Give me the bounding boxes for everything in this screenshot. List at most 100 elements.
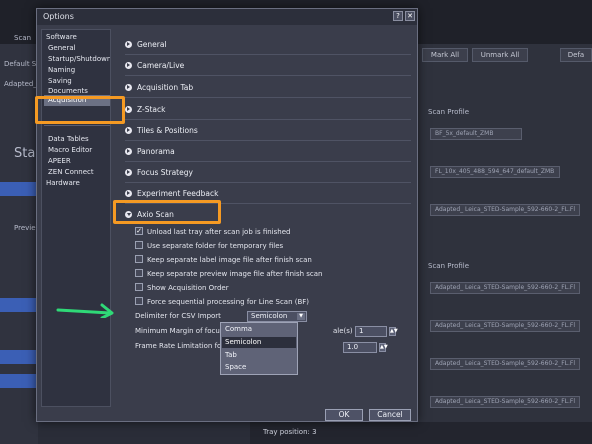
profile-field[interactable]: Adapted_ Leica_STED-Sample_592-660-2_FL.…	[430, 358, 580, 370]
nav-item-startup[interactable]: Startup/Shutdown	[44, 54, 110, 65]
profile-field[interactable]: Adapted_ Leica_STED-Sample_592-660-2_FL.…	[430, 282, 580, 294]
nav-item-apeer[interactable]: APEER	[44, 156, 110, 167]
section-label: Z-Stack	[137, 105, 166, 114]
nav-item-zen-connect[interactable]: ZEN Connect	[44, 167, 110, 178]
left-section-strip	[0, 374, 38, 388]
profile-field[interactable]: FL_10x_405_488_594_647_default_ZMB	[430, 166, 560, 178]
nav-software-header[interactable]: Software	[44, 32, 110, 43]
section-panorama[interactable]: Panorama	[125, 145, 409, 159]
default-button[interactable]: Defa	[560, 48, 592, 62]
nav-item-general[interactable]: General	[44, 43, 110, 54]
frame-rate-label: Frame Rate Limitation for	[135, 342, 225, 350]
frame-rate-input[interactable]: 1.0	[343, 342, 377, 353]
profile-field[interactable]: BF_5x_default_ZMB	[430, 128, 522, 140]
csv-delimiter-value: Semicolon	[251, 312, 288, 320]
section-tiles-positions[interactable]: Tiles & Positions	[125, 124, 409, 138]
option-label: Keep separate label image file after fin…	[147, 256, 312, 264]
section-focus-strategy[interactable]: Focus Strategy	[125, 166, 409, 180]
checkbox[interactable]	[135, 297, 143, 305]
left-adapted-label: Adapted_	[4, 80, 37, 88]
left-scan-label: Scan	[14, 34, 32, 42]
chevron-right-icon	[125, 40, 132, 48]
spin-arrows-icon[interactable]: ▲▼	[389, 327, 398, 336]
mark-all-button[interactable]: Mark All	[422, 48, 468, 62]
nav-item-documents[interactable]: Documents	[44, 87, 110, 95]
chevron-down-icon[interactable]: ▼	[297, 313, 305, 320]
section-label: Focus Strategy	[137, 168, 193, 177]
options-nav: Software General Startup/Shutdown Naming…	[41, 29, 111, 407]
checkbox-checked[interactable]: ✓	[135, 227, 143, 235]
min-margin-input[interactable]: 1	[355, 326, 387, 337]
section-divider	[125, 182, 411, 183]
section-label: General	[137, 40, 167, 49]
left-preview-label: Previe	[14, 224, 36, 232]
scan-profile-header-2: Scan Profile	[428, 262, 470, 270]
chevron-right-icon	[125, 105, 132, 113]
section-z-stack[interactable]: Z-Stack	[125, 103, 409, 117]
left-section-strip	[0, 298, 38, 312]
option-label: Keep separate preview image file after f…	[147, 270, 323, 278]
unmark-all-button[interactable]: Unmark All	[472, 48, 528, 62]
left-section-strip	[0, 350, 38, 364]
section-experiment-feedback[interactable]: Experiment Feedback	[125, 187, 409, 201]
cancel-button[interactable]: Cancel	[369, 409, 411, 421]
chevron-right-icon	[125, 83, 132, 91]
nav-item-saving[interactable]: Saving	[44, 76, 110, 87]
left-section-strip	[0, 182, 38, 196]
scan-profile-header: Scan Profile	[428, 108, 470, 116]
tray-position-label: Tray position: 3	[263, 428, 317, 436]
section-label: Camera/Live	[137, 61, 185, 70]
option-keep-preview-image[interactable]: Keep separate preview image file after f…	[135, 269, 323, 280]
dropdown-option-tab[interactable]: Tab	[222, 350, 296, 361]
help-icon[interactable]: ?	[393, 11, 403, 21]
section-label: Tiles & Positions	[137, 126, 198, 135]
section-divider	[125, 140, 411, 141]
option-keep-label-image[interactable]: Keep separate label image file after fin…	[135, 255, 312, 266]
ok-button[interactable]: OK	[325, 409, 363, 421]
option-separate-folder[interactable]: Use separate folder for temporary files	[135, 241, 283, 252]
dropdown-option-comma[interactable]: Comma	[222, 324, 296, 335]
csv-delimiter-select[interactable]: Semicolon ▼	[247, 311, 307, 322]
section-divider	[125, 161, 411, 162]
nav-item-data-tables[interactable]: Data Tables	[44, 134, 110, 145]
dialog-title: Options	[43, 12, 74, 21]
chevron-right-icon	[125, 168, 132, 176]
chevron-right-icon	[125, 189, 132, 197]
chevron-right-icon	[125, 61, 132, 69]
section-general[interactable]: General	[125, 38, 409, 52]
chevron-right-icon	[125, 147, 132, 155]
dropdown-option-semicolon[interactable]: Semicolon	[222, 337, 296, 348]
highlight-box-axio-scan	[113, 200, 221, 224]
highlight-box-acquisition	[35, 96, 125, 124]
spin-arrows-icon[interactable]: ▲▼	[379, 343, 388, 352]
nav-item-macro-editor[interactable]: Macro Editor	[44, 145, 110, 156]
section-label: Panorama	[137, 147, 175, 156]
dialog-titlebar[interactable]: Options ? ✕	[37, 9, 417, 25]
close-icon[interactable]: ✕	[405, 11, 415, 21]
section-acquisition-tab[interactable]: Acquisition Tab	[125, 81, 409, 95]
min-margin-label: Minimum Margin of focus	[135, 327, 224, 335]
section-divider	[125, 54, 411, 55]
section-divider	[125, 97, 411, 98]
option-unload-tray[interactable]: ✓ Unload last tray after scan job is fini…	[135, 227, 290, 238]
chevron-right-icon	[125, 126, 132, 134]
option-show-acquisition-order[interactable]: Show Acquisition Order	[135, 283, 229, 294]
option-force-sequential[interactable]: Force sequential processing for Line Sca…	[135, 297, 309, 308]
nav-hardware-header[interactable]: Hardware	[44, 178, 110, 189]
csv-delimiter-dropdown: Comma Semicolon Tab Space	[220, 322, 298, 375]
section-divider	[125, 119, 411, 120]
option-label: Use separate folder for temporary files	[147, 242, 284, 250]
profile-field[interactable]: Adapted_ Leica_STED-Sample_592-660-2_FL.…	[430, 320, 580, 332]
nav-item-naming[interactable]: Naming	[44, 65, 110, 76]
option-label: Unload last tray after scan job is finis…	[147, 228, 291, 236]
profile-field[interactable]: Adapted_ Leica_STED-Sample_592-660-2_FL.…	[430, 204, 580, 216]
dropdown-option-space[interactable]: Space	[222, 362, 296, 373]
checkbox[interactable]	[135, 255, 143, 263]
checkbox[interactable]	[135, 269, 143, 277]
checkbox[interactable]	[135, 241, 143, 249]
profile-field[interactable]: Adapted_ Leica_STED-Sample_592-660-2_FL.…	[430, 396, 580, 408]
checkbox[interactable]	[135, 283, 143, 291]
csv-delimiter-label: Delimiter for CSV Import	[135, 312, 221, 320]
app-left-panel: Scan Default S Adapted_ Star Previe	[0, 34, 41, 444]
section-camera-live[interactable]: Camera/Live	[125, 59, 409, 73]
